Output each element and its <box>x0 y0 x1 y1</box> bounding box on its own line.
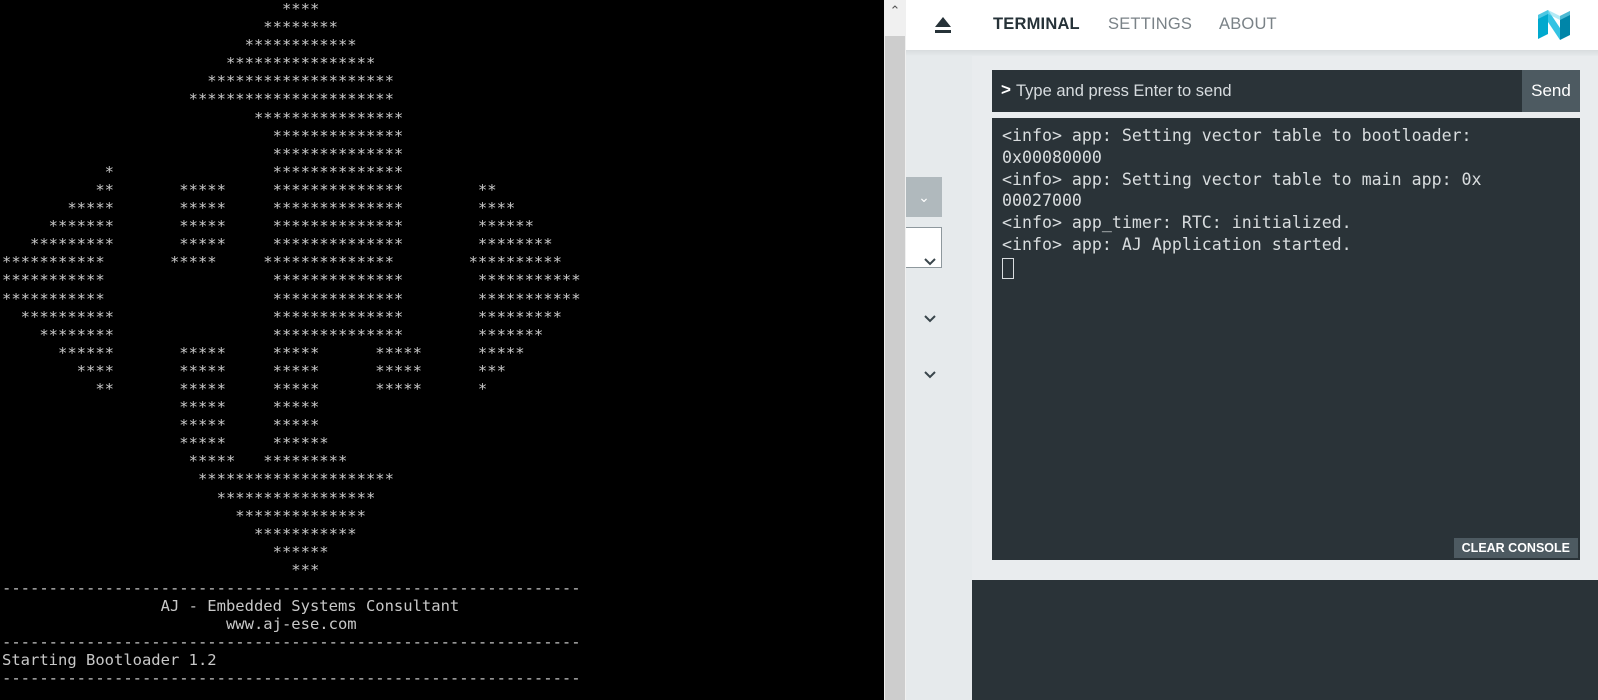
chevron-down-icon[interactable] <box>923 368 937 382</box>
header-shadow <box>906 50 1598 56</box>
chevron-down-icon[interactable] <box>923 255 937 269</box>
console-text: <info> app: Setting vector table to boot… <box>1002 126 1482 254</box>
scroll-up-arrow[interactable]: ⌃ <box>884 0 906 24</box>
chevron-down-icon[interactable] <box>923 312 937 326</box>
console-output[interactable]: <info> app: Setting vector table to boot… <box>992 118 1580 560</box>
console-cursor <box>1002 257 1014 279</box>
tab-terminal[interactable]: TERMINAL <box>993 15 1080 34</box>
vertical-scrollbar[interactable]: ⌃ <box>884 0 906 700</box>
serial-terminal-window[interactable]: **** ******** ************ *************… <box>0 0 884 700</box>
eject-icon[interactable] <box>934 15 952 35</box>
tab-settings[interactable]: SETTINGS <box>1108 15 1192 34</box>
clear-console-button[interactable]: CLEAR CONSOLE <box>1453 538 1578 558</box>
lower-panel <box>972 580 1598 700</box>
nrf-terminal-app: TERMINAL SETTINGS ABOUT ⌄ > Send <info> … <box>906 0 1598 700</box>
side-panel: ⌄ <box>906 50 972 700</box>
prompt-symbol: > <box>1001 80 1011 99</box>
scrollbar-thumb[interactable] <box>885 36 905 700</box>
send-button[interactable]: Send <box>1522 70 1580 112</box>
nordic-logo <box>1538 10 1570 40</box>
command-input[interactable] <box>1016 70 1516 112</box>
app-header: TERMINAL SETTINGS ABOUT <box>906 0 1598 50</box>
port-dropdown-button[interactable]: ⌄ <box>906 177 942 217</box>
terminal-output: **** ******** ************ *************… <box>2 0 581 688</box>
command-input-row: > Send <box>992 70 1580 112</box>
tab-about[interactable]: ABOUT <box>1219 15 1277 34</box>
chevron-down-icon: ⌄ <box>918 189 930 205</box>
